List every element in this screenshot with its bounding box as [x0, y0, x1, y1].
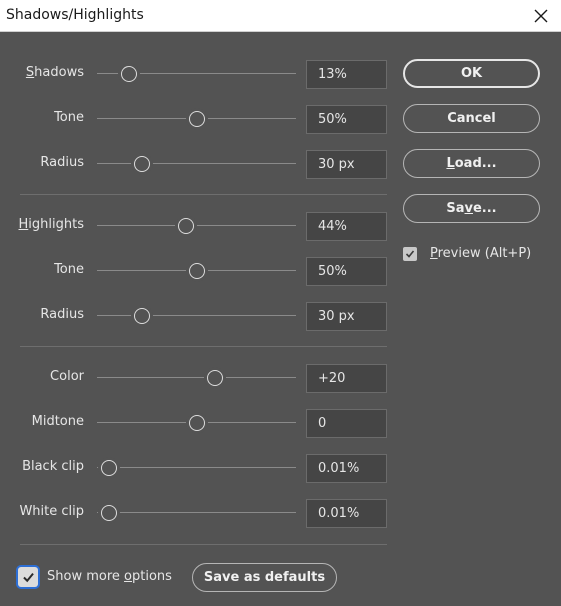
load-button[interactable]: Load... — [403, 149, 540, 178]
highlights-tone-label: Tone — [54, 262, 84, 277]
shadows-radius-slider-track[interactable] — [97, 163, 296, 164]
show-more-options-checkbox[interactable] — [18, 567, 38, 587]
white-clip-slider-track[interactable] — [97, 512, 296, 513]
black-clip-slider-track[interactable] — [97, 467, 296, 468]
white-clip-slider-thumb[interactable] — [100, 505, 117, 521]
shadows-value-field[interactable] — [306, 60, 387, 89]
highlights-value-field[interactable] — [306, 212, 387, 241]
shadows-slider[interactable] — [97, 62, 296, 86]
preview-checkbox[interactable] — [403, 247, 417, 261]
midtone-value-field[interactable] — [306, 409, 387, 438]
shadows-tone-value-field[interactable] — [306, 105, 387, 134]
save-button[interactable]: Save... — [403, 194, 540, 223]
highlights-radius-slider-track[interactable] — [97, 315, 296, 316]
highlights-tone-row: Tone — [0, 257, 390, 286]
save-as-defaults-label: Save as defaults — [203, 570, 326, 585]
shadows-label: Shadows — [25, 65, 84, 80]
save-button-label: Save... — [446, 201, 497, 216]
title-bar: Shadows/Highlights — [0, 0, 561, 32]
black-clip-slider[interactable] — [97, 456, 296, 480]
color-label: Color — [50, 369, 84, 384]
white-clip-row: White clip — [0, 499, 390, 528]
color-slider-track[interactable] — [97, 377, 296, 378]
midtone-slider[interactable] — [97, 411, 296, 435]
shadows-radius-slider[interactable] — [97, 152, 296, 176]
checkmark-icon — [22, 572, 34, 582]
highlights-radius-row: Radius — [0, 302, 390, 331]
shadows-radius-label: Radius — [40, 155, 84, 170]
white-clip-slider[interactable] — [97, 501, 296, 525]
load-button-label: Load... — [446, 156, 497, 171]
cancel-button[interactable]: Cancel — [403, 104, 540, 133]
highlights-slider[interactable] — [97, 214, 296, 238]
black-clip-row: Black clip — [0, 454, 390, 483]
white-clip-value-field[interactable] — [306, 499, 387, 528]
shadows-tone-label: Tone — [54, 110, 84, 125]
divider-adjustments — [20, 544, 387, 545]
shadows-radius-slider-thumb[interactable] — [133, 156, 150, 172]
highlights-slider-thumb[interactable] — [177, 218, 194, 234]
close-icon — [534, 9, 548, 23]
highlights-radius-slider-thumb[interactable] — [133, 308, 150, 324]
midtone-slider-thumb[interactable] — [188, 415, 205, 431]
save-as-defaults-button[interactable]: Save as defaults — [192, 563, 337, 592]
black-clip-slider-thumb[interactable] — [100, 460, 117, 476]
close-button[interactable] — [521, 0, 561, 32]
shadows-tone-slider-thumb[interactable] — [188, 111, 205, 127]
shadows-radius-value-field[interactable] — [306, 150, 387, 179]
highlights-radius-slider[interactable] — [97, 304, 296, 328]
color-slider-thumb[interactable] — [206, 370, 223, 386]
highlights-radius-label: Radius — [40, 307, 84, 322]
color-slider[interactable] — [97, 366, 296, 390]
shadows-slider-thumb[interactable] — [120, 66, 137, 82]
white-clip-label: White clip — [19, 504, 84, 519]
divider-shadows — [20, 194, 387, 195]
black-clip-value-field[interactable] — [306, 454, 387, 483]
black-clip-label: Black clip — [22, 459, 84, 474]
color-value-field[interactable] — [306, 364, 387, 393]
highlights-row: Highlights — [0, 212, 390, 241]
midtone-row: Midtone — [0, 409, 390, 438]
highlights-tone-slider[interactable] — [97, 259, 296, 283]
shadows-tone-row: Tone — [0, 105, 390, 134]
window-title: Shadows/Highlights — [6, 7, 144, 23]
shadows-row: Shadows — [0, 60, 390, 89]
highlights-slider-track[interactable] — [97, 225, 296, 226]
cancel-button-label: Cancel — [447, 111, 496, 126]
highlights-label: Highlights — [18, 217, 84, 232]
highlights-tone-value-field[interactable] — [306, 257, 387, 286]
ok-button-label: OK — [460, 66, 483, 81]
divider-highlights — [20, 346, 387, 347]
checkmark-icon — [405, 250, 415, 258]
ok-button[interactable]: OK — [403, 59, 540, 88]
highlights-radius-value-field[interactable] — [306, 302, 387, 331]
highlights-tone-slider-thumb[interactable] — [188, 263, 205, 279]
color-row: Color — [0, 364, 390, 393]
show-more-options-label[interactable]: Show more options — [47, 569, 172, 584]
preview-label[interactable]: Preview (Alt+P) — [430, 246, 531, 261]
shadows-radius-row: Radius — [0, 150, 390, 179]
shadows-tone-slider[interactable] — [97, 107, 296, 131]
midtone-label: Midtone — [31, 414, 84, 429]
